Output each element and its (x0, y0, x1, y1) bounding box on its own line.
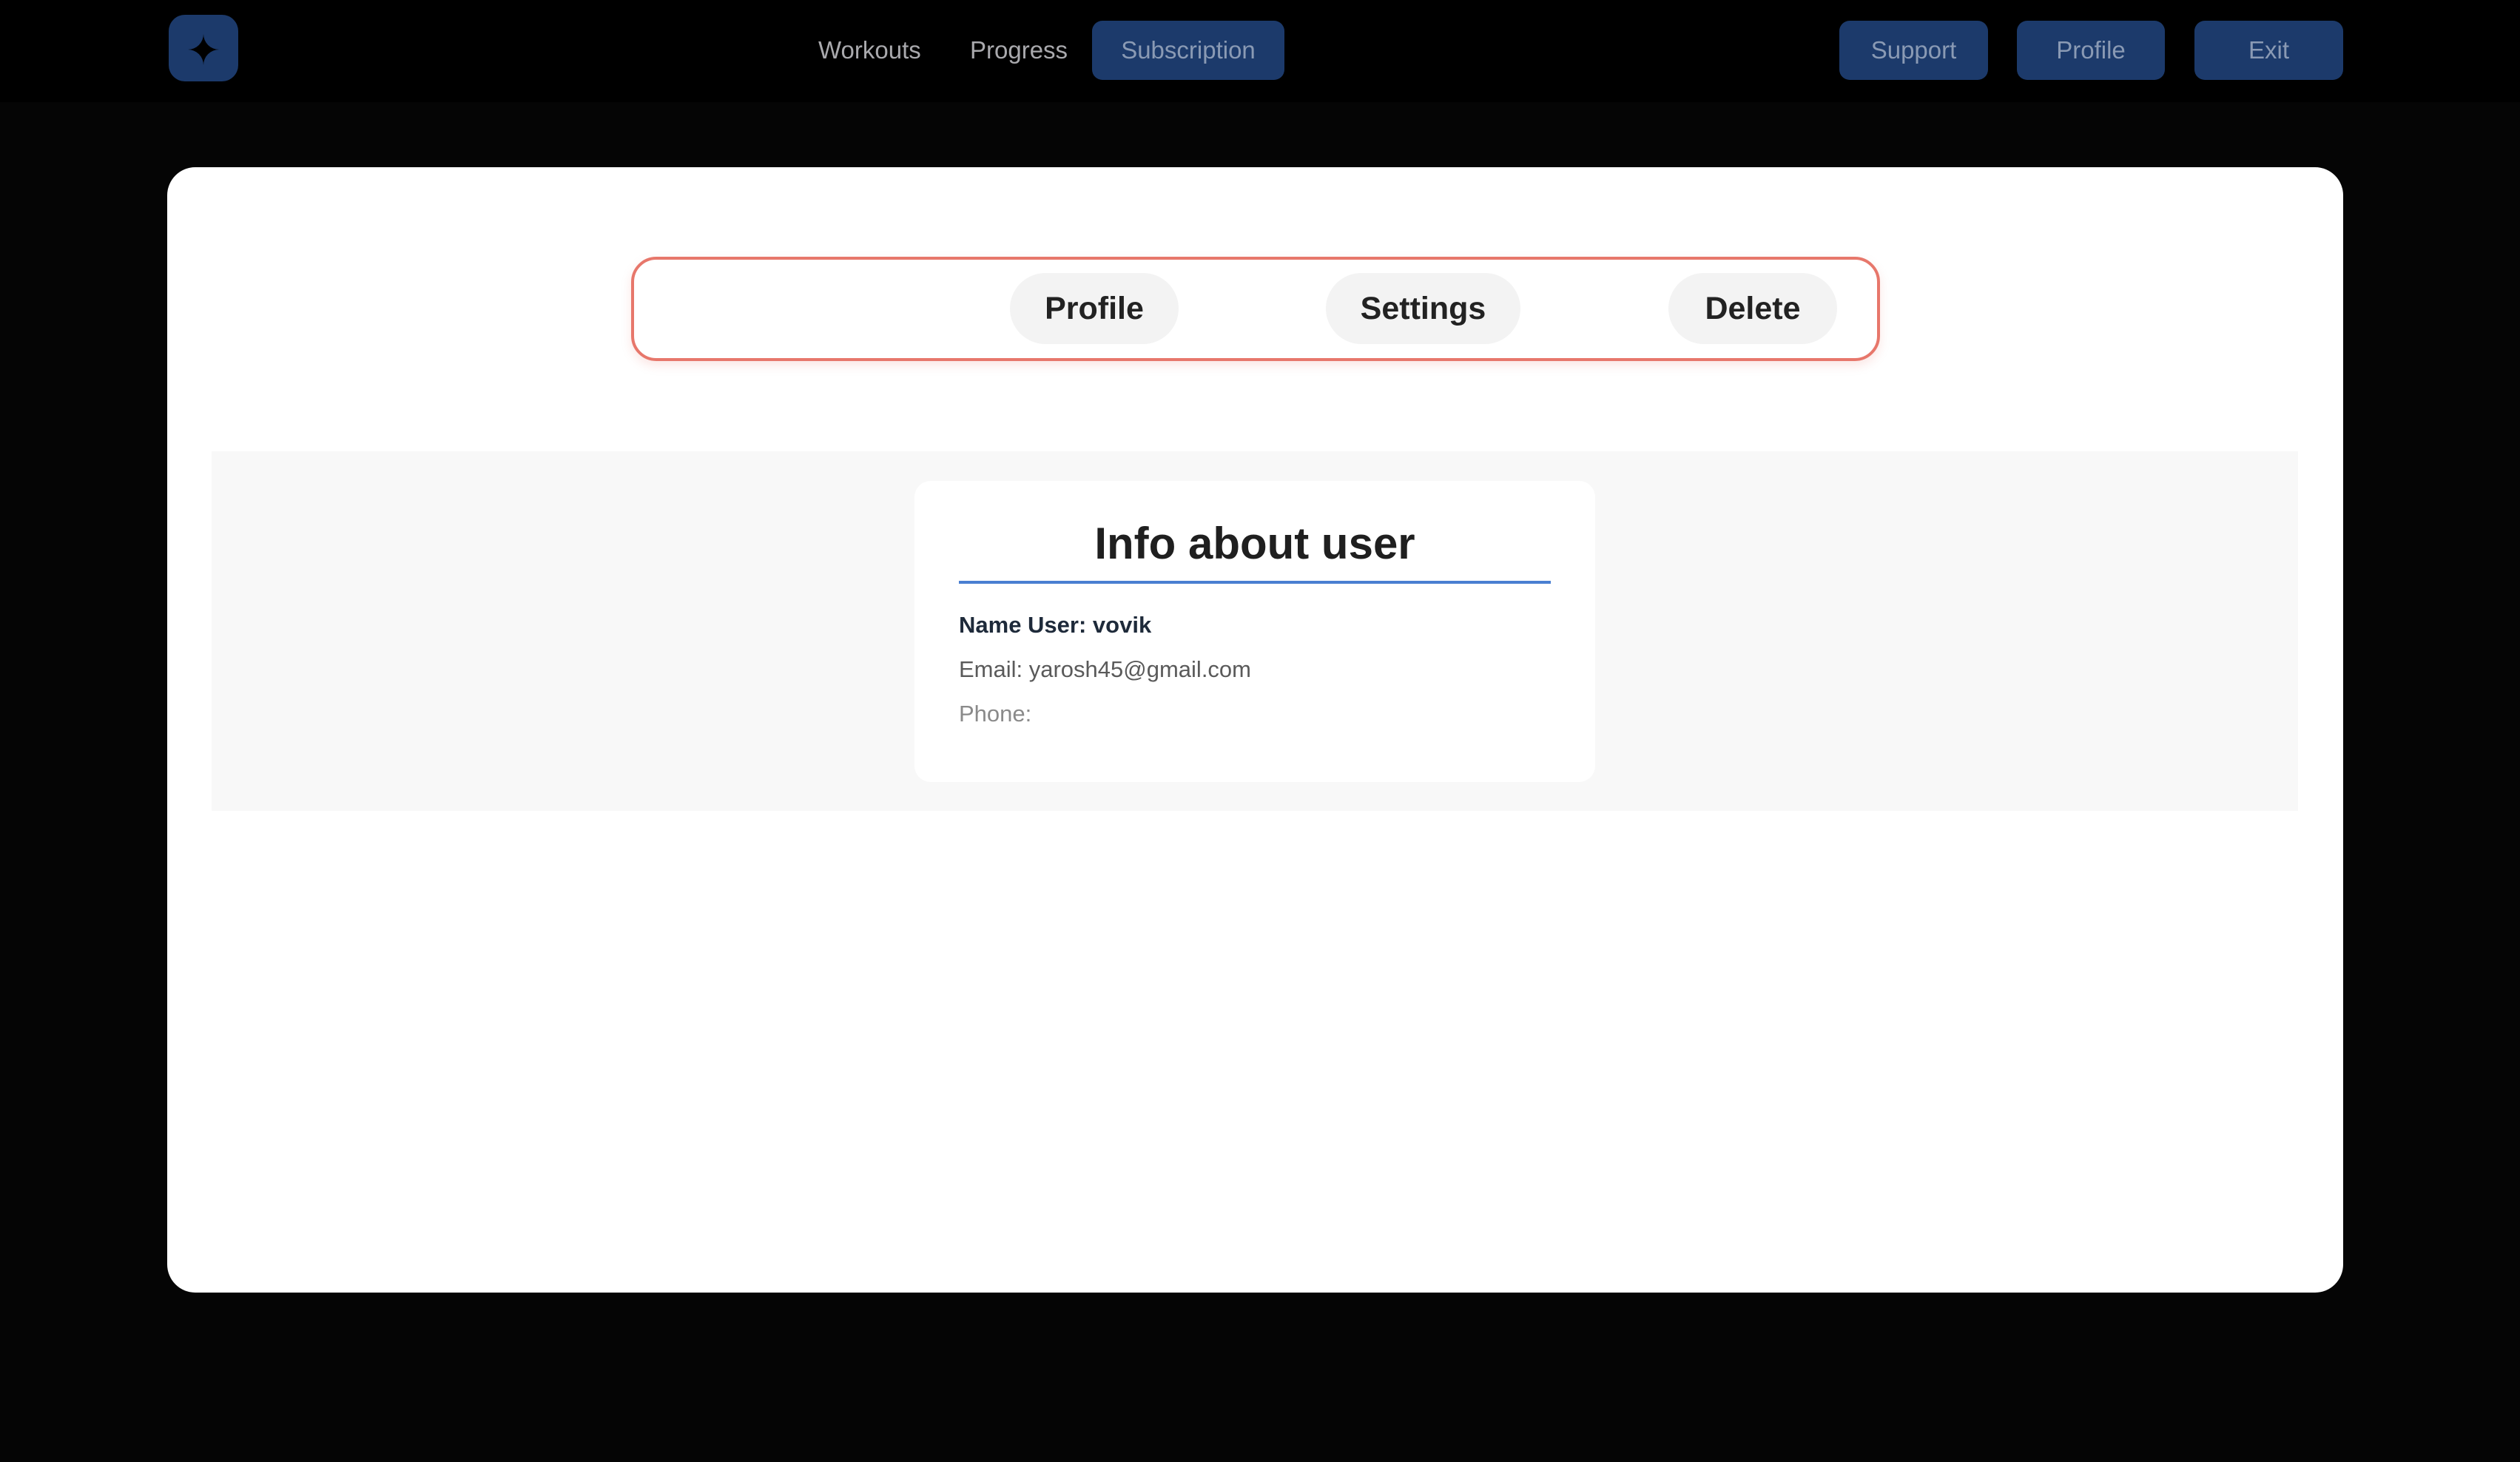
profile-button[interactable]: Profile (2017, 21, 2165, 80)
tab-settings[interactable]: Settings (1326, 273, 1520, 344)
user-info-card: Info about user Name User: vovik Email: … (914, 481, 1595, 782)
account-tab-bar: Profile Settings Delete (631, 257, 1880, 361)
nav-subscription-button[interactable]: Subscription (1092, 21, 1284, 80)
title-underline (959, 581, 1551, 584)
user-email-line: Email: yarosh45@gmail.com (959, 656, 1251, 682)
tab-profile[interactable]: Profile (1010, 273, 1179, 344)
user-phone-line: Phone: (959, 701, 1032, 727)
user-name-line: Name User: vovik (959, 612, 1152, 638)
user-info-title: Info about user (1094, 519, 1415, 568)
top-navigation-bar: Workouts Progress Subscription Support P… (0, 0, 2520, 102)
profile-panel: Info about user Name User: vovik Email: … (212, 451, 2298, 811)
tab-delete[interactable]: Delete (1668, 273, 1837, 344)
support-button[interactable]: Support (1839, 21, 1988, 80)
main-content-card: Profile Settings Delete Info about user … (167, 167, 2343, 1293)
nav-progress-link[interactable]: Progress (970, 21, 1068, 80)
nav-workouts-link[interactable]: Workouts (818, 21, 921, 80)
four-petal-logo-icon[interactable] (169, 15, 238, 81)
exit-button[interactable]: Exit (2194, 21, 2343, 80)
